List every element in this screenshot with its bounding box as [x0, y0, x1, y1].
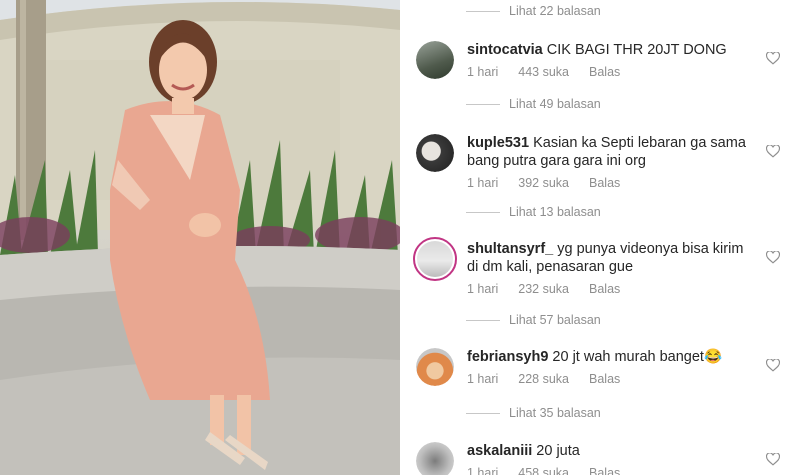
replies-divider [466, 10, 500, 12]
photo-illustration [0, 0, 400, 475]
view-replies-button[interactable]: Lihat 57 balasan [466, 312, 601, 328]
comment-username[interactable]: febriansyh9 [467, 349, 548, 365]
avatar[interactable] [416, 442, 454, 475]
comment-time: 1 hari [467, 176, 499, 190]
comment-likes[interactable]: 392 suka [518, 176, 569, 190]
comment-text: 20 jt wah murah banget😂 [552, 349, 723, 365]
heart-outline-icon[interactable] [766, 359, 780, 372]
comment-time: 1 hari [467, 466, 499, 475]
replies-divider [466, 211, 500, 213]
view-replies-label: Lihat 49 balasan [509, 97, 601, 111]
replies-divider [466, 103, 500, 105]
view-replies-label: Lihat 22 balasan [509, 4, 601, 18]
comment-time: 1 hari [467, 282, 499, 296]
comment-time: 1 hari [467, 65, 499, 79]
view-replies-label: Lihat 35 balasan [509, 406, 601, 420]
reply-button[interactable]: Balas [589, 466, 620, 475]
avatar[interactable] [416, 134, 454, 172]
comment-username[interactable]: sintocatvia [467, 42, 543, 58]
view-replies-button[interactable]: Lihat 13 balasan [466, 204, 601, 220]
heart-outline-icon[interactable] [766, 251, 780, 264]
comment-item: askalaniii 20 juta 1 hari 458 suka Balas [416, 442, 786, 475]
comment-likes[interactable]: 228 suka [518, 372, 569, 386]
view-replies-label: Lihat 13 balasan [509, 205, 601, 219]
comment-likes[interactable]: 232 suka [518, 282, 569, 296]
heart-outline-icon[interactable] [766, 145, 780, 158]
comment-item: kuple531 Kasian ka Septi lebaran ga sama … [416, 134, 786, 190]
heart-outline-icon[interactable] [766, 453, 780, 466]
replies-divider [466, 319, 500, 321]
heart-outline-icon[interactable] [766, 52, 780, 65]
reply-button[interactable]: Balas [589, 282, 620, 296]
comment-likes[interactable]: 443 suka [518, 65, 569, 79]
view-replies-button[interactable]: Lihat 35 balasan [466, 405, 601, 421]
comment-item: febriansyh9 20 jt wah murah banget😂 1 har… [416, 348, 786, 388]
reply-button[interactable]: Balas [589, 372, 620, 386]
comment-item: shultansyrf_ yg punya videonya bisa kirim… [413, 237, 786, 296]
comment-username[interactable]: kuple531 [467, 135, 529, 151]
comment-likes[interactable]: 458 suka [518, 466, 569, 475]
avatar[interactable] [413, 237, 457, 281]
reply-button[interactable]: Balas [589, 65, 620, 79]
post-photo [0, 0, 400, 475]
avatar[interactable] [416, 348, 454, 386]
view-replies-label: Lihat 57 balasan [509, 313, 601, 327]
comment-text: 20 juta [536, 443, 580, 459]
comment-username[interactable]: askalaniii [467, 443, 532, 459]
comment-item: sintocatvia CIK BAGI THR 20JT DONG 1 hari… [416, 41, 786, 81]
view-replies-button[interactable]: Lihat 49 balasan [466, 96, 601, 112]
comment-time: 1 hari [467, 372, 499, 386]
comment-username[interactable]: shultansyrf_ [467, 241, 553, 257]
view-replies-button[interactable]: Lihat 22 balasan [466, 3, 601, 19]
replies-divider [466, 412, 500, 414]
reply-button[interactable]: Balas [589, 176, 620, 190]
avatar[interactable] [416, 41, 454, 79]
comment-text: CIK BAGI THR 20JT DONG [546, 42, 727, 58]
